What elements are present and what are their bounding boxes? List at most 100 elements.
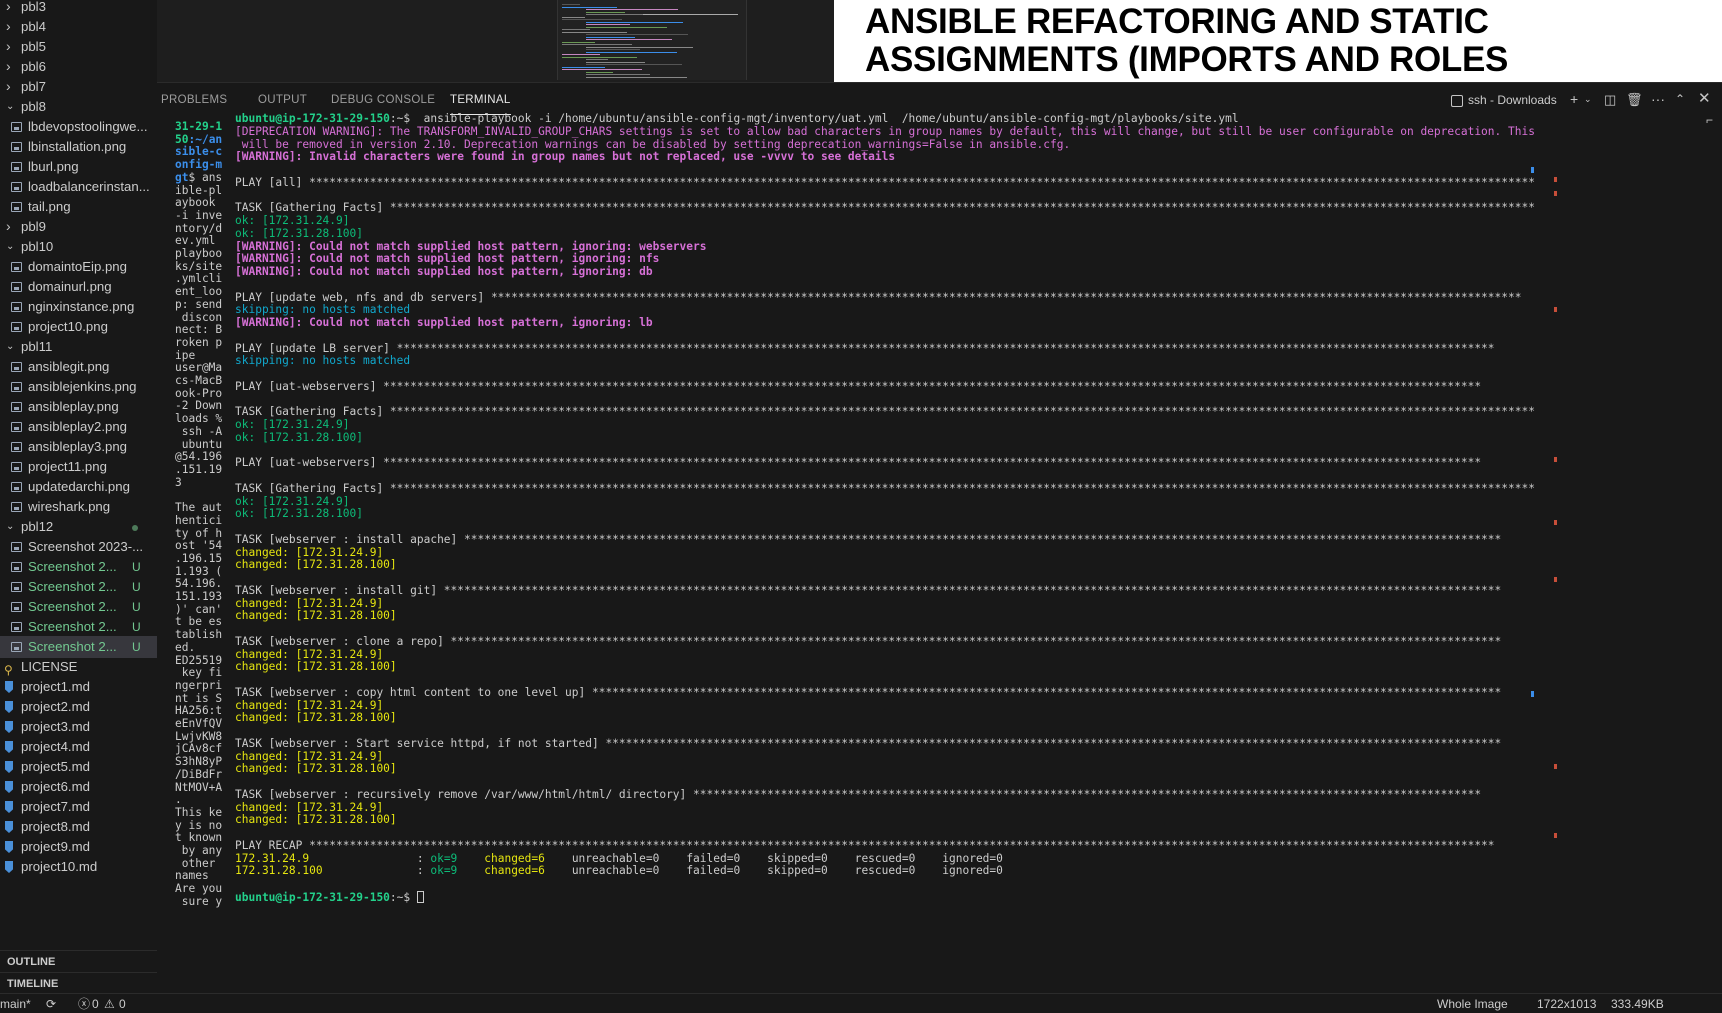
- tree-item-file[interactable]: Screenshot 2... U: [0, 556, 157, 578]
- tree-item-markdown[interactable]: project2.md: [0, 696, 157, 718]
- tree-item-file[interactable]: nginxinstance.png: [0, 296, 157, 318]
- tree-item-license[interactable]: ⚲ LICENSE: [0, 656, 157, 678]
- terminal-cursor[interactable]: [416, 890, 424, 903]
- thumbnail-line: [562, 54, 600, 55]
- more-actions-icon[interactable]: ···: [1651, 91, 1665, 107]
- image-file-icon: [11, 422, 22, 432]
- new-terminal-icon[interactable]: +: [1570, 91, 1578, 107]
- tree-item-label: nginxinstance.png: [28, 299, 135, 314]
- split-terminal-icon[interactable]: ◫: [1604, 92, 1616, 108]
- warning-icon[interactable]: ⚠: [104, 994, 115, 1013]
- terminal-line: skipping: no hosts matched: [235, 354, 411, 368]
- tree-item-file[interactable]: Screenshot 2023-...: [0, 536, 157, 558]
- branch-indicator[interactable]: main*: [0, 994, 31, 1013]
- error-icon[interactable]: ⓧ: [78, 994, 90, 1013]
- tree-item-markdown[interactable]: project4.md: [0, 736, 157, 758]
- tree-item-file[interactable]: ansibleplay.png: [0, 396, 157, 418]
- folder-pbl10[interactable]: ⌄ pbl10: [0, 236, 157, 258]
- tree-item-label: project11.png: [28, 459, 107, 474]
- tree-item-file[interactable]: tail.png: [0, 196, 157, 218]
- tree-item-file[interactable]: project11.png: [0, 456, 157, 478]
- trash-icon[interactable]: 🗑: [1626, 92, 1643, 108]
- markdown-file-icon: [5, 801, 13, 813]
- terminal-line: changed: [172.31.28.100]: [235, 609, 397, 623]
- narrow-terminal-output[interactable]: 31-29-1 50:~/an sible-c onfig-m gt$ ans ible-…: [175, 121, 225, 991]
- tree-item-file[interactable]: lbdevopstoolingwe...: [0, 116, 157, 138]
- image-mode[interactable]: Whole Image: [1437, 994, 1508, 1013]
- tree-item-file[interactable]: ansibleplay2.png: [0, 416, 157, 438]
- folder-pbl9[interactable]: › pbl9: [0, 216, 157, 238]
- image-file-size: 333.49KB: [1611, 997, 1664, 1011]
- banner-title-line-1: ANSIBLE REFACTORING AND STATIC: [865, 2, 1489, 41]
- tree-item-label: ansibleplay3.png: [28, 439, 127, 454]
- terminal-line: changed: [172.31.28.100]: [235, 762, 397, 776]
- tree-item-file[interactable]: ansibleplay3.png: [0, 436, 157, 458]
- tree-item-file[interactable]: ansiblejenkins.png: [0, 376, 157, 398]
- tree-item-markdown[interactable]: project10.md: [0, 856, 157, 878]
- tab-output[interactable]: OUTPUT: [258, 94, 307, 106]
- folder-pbl6[interactable]: › pbl6: [0, 56, 157, 78]
- tab-problems[interactable]: PROBLEMS: [161, 94, 227, 106]
- tab-debug-console[interactable]: DEBUG CONSOLE: [331, 94, 435, 106]
- tree-item-markdown[interactable]: project6.md: [0, 776, 157, 798]
- tree-item-file[interactable]: updatedarchi.png: [0, 476, 157, 498]
- tree-item-markdown[interactable]: project5.md: [0, 756, 157, 778]
- tree-item-markdown[interactable]: project8.md: [0, 816, 157, 838]
- terminal-line: TASK [Gathering Facts] *****************…: [235, 201, 1535, 215]
- narrow-terminal-line: NtMOV+A: [175, 780, 223, 794]
- tree-item-label: project9.md: [21, 839, 90, 854]
- image-file-icon: [11, 202, 22, 212]
- tab-terminal[interactable]: TERMINAL: [450, 94, 511, 115]
- folder-pbl4[interactable]: › pbl4: [0, 16, 157, 38]
- chevron-down-icon[interactable]: ⌄: [1584, 94, 1592, 105]
- terminal-scrollbar[interactable]: [1531, 119, 1541, 989]
- tree-item-file[interactable]: ansiblegit.png: [0, 356, 157, 378]
- tree-item-markdown[interactable]: project3.md: [0, 716, 157, 738]
- tree-item-file[interactable]: Screenshot 2... U: [0, 636, 157, 658]
- warning-count[interactable]: 0: [119, 994, 126, 1013]
- tree-item-file[interactable]: domainurl.png: [0, 276, 157, 298]
- timeline-section-header[interactable]: TIMELINE: [0, 972, 157, 994]
- folder-pbl5[interactable]: › pbl5: [0, 36, 157, 58]
- terminal-instance-name[interactable]: ssh - Downloads: [1468, 93, 1557, 107]
- thumbnail-line: [586, 26, 667, 28]
- terminal-line: ok: [172.31.28.100]: [235, 430, 363, 444]
- image-file-icon: [11, 162, 22, 172]
- tree-item-file[interactable]: Screenshot 2... U: [0, 576, 157, 598]
- thumbnail-line: [586, 11, 625, 13]
- maximize-panel-icon[interactable]: ⌃: [1675, 92, 1685, 106]
- tree-item-file[interactable]: lbinstallation.png: [0, 136, 157, 158]
- outline-section-header[interactable]: OUTLINE: [0, 950, 157, 972]
- overview-marker: [1554, 307, 1557, 312]
- thumbnail-line: [586, 64, 682, 65]
- tree-item-markdown[interactable]: project9.md: [0, 836, 157, 858]
- tree-item-markdown[interactable]: project1.md: [0, 676, 157, 698]
- close-panel-icon[interactable]: ✕: [1698, 89, 1711, 107]
- sync-icon[interactable]: ⟳: [46, 994, 56, 1013]
- tree-item-label: project7.md: [21, 799, 90, 814]
- terminal-output[interactable]: ubuntu@ip-172-31-29-150:~$ ansible-playb…: [235, 113, 1535, 993]
- thumbnail-line: [562, 29, 590, 30]
- tree-item-label: project5.md: [21, 759, 90, 774]
- tree-item-file[interactable]: loadbalancerinstan...: [0, 176, 157, 198]
- chevron-down-icon: ⌄: [6, 521, 15, 532]
- tree-item-file[interactable]: wireshark.png: [0, 496, 157, 518]
- folder-pbl8[interactable]: ⌄ pbl8: [0, 96, 157, 118]
- tree-item-file[interactable]: project10.png: [0, 316, 157, 338]
- tree-item-label: pbl6: [21, 59, 46, 74]
- tree-item-label: project10.png: [28, 319, 108, 334]
- folder-pbl12[interactable]: ⌄ pbl12: [0, 516, 157, 538]
- chevron-right-icon: ›: [6, 0, 11, 14]
- terminal-line: changed: [172.31.24.9]: [235, 647, 384, 661]
- folder-pbl7[interactable]: › pbl7: [0, 76, 157, 98]
- tree-item-file[interactable]: domaintoEip.png: [0, 256, 157, 278]
- tree-item-file[interactable]: Screenshot 2... U: [0, 616, 157, 638]
- overview-marker: [1554, 764, 1557, 769]
- tree-item-file[interactable]: Screenshot 2... U: [0, 596, 157, 618]
- image-file-icon: [11, 322, 22, 332]
- terminal-line: TASK [webserver : Start service httpd, i…: [235, 736, 1502, 750]
- folder-pbl11[interactable]: ⌄ pbl11: [0, 336, 157, 358]
- tree-item-markdown[interactable]: project7.md: [0, 796, 157, 818]
- tree-item-file[interactable]: lburl.png: [0, 156, 157, 178]
- error-count[interactable]: 0: [92, 994, 99, 1013]
